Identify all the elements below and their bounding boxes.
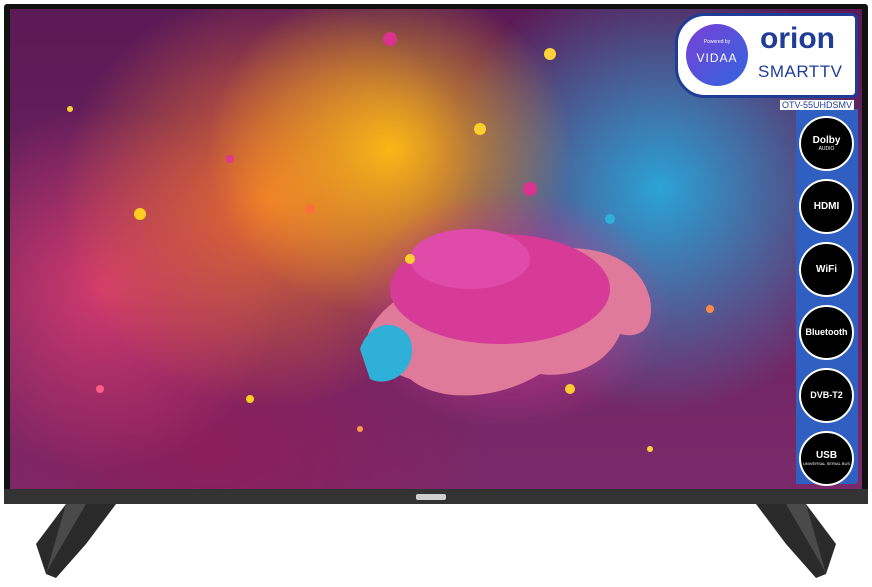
tv-screen: Powered by VIDAA orion SMARTTV OTV-55UHD…: [10, 9, 862, 489]
model-number: OTV-55UHDSMV: [779, 100, 854, 110]
vidaa-name: VIDAA: [696, 51, 738, 65]
brand-name: orion: [760, 22, 835, 55]
wifi-icon: WiFi: [799, 242, 854, 297]
power-indicator: [416, 494, 446, 500]
dolby-icon: Dolby AUDIO: [799, 116, 854, 171]
usb-icon: USB UNIVERSAL SERIAL BUS: [799, 431, 854, 486]
vidaa-powered-by: Powered by: [703, 39, 731, 45]
left-stand-leg: [36, 504, 116, 578]
product-line: SMARTTV: [758, 62, 843, 81]
bluetooth-icon: Bluetooth: [799, 305, 854, 360]
vidaa-logo: Powered by VIDAA: [686, 24, 748, 86]
right-stand-leg: [756, 504, 836, 578]
television: Powered by VIDAA orion SMARTTV OTV-55UHD…: [4, 4, 868, 504]
dvb-icon: DVB-T2: [799, 368, 854, 423]
feature-badge-panel: Powered by VIDAA orion SMARTTV OTV-55UHD…: [667, 9, 862, 489]
brand-badge: Powered by VIDAA orion SMARTTV: [675, 13, 858, 98]
hdmi-icon: HDMI: [799, 179, 854, 234]
